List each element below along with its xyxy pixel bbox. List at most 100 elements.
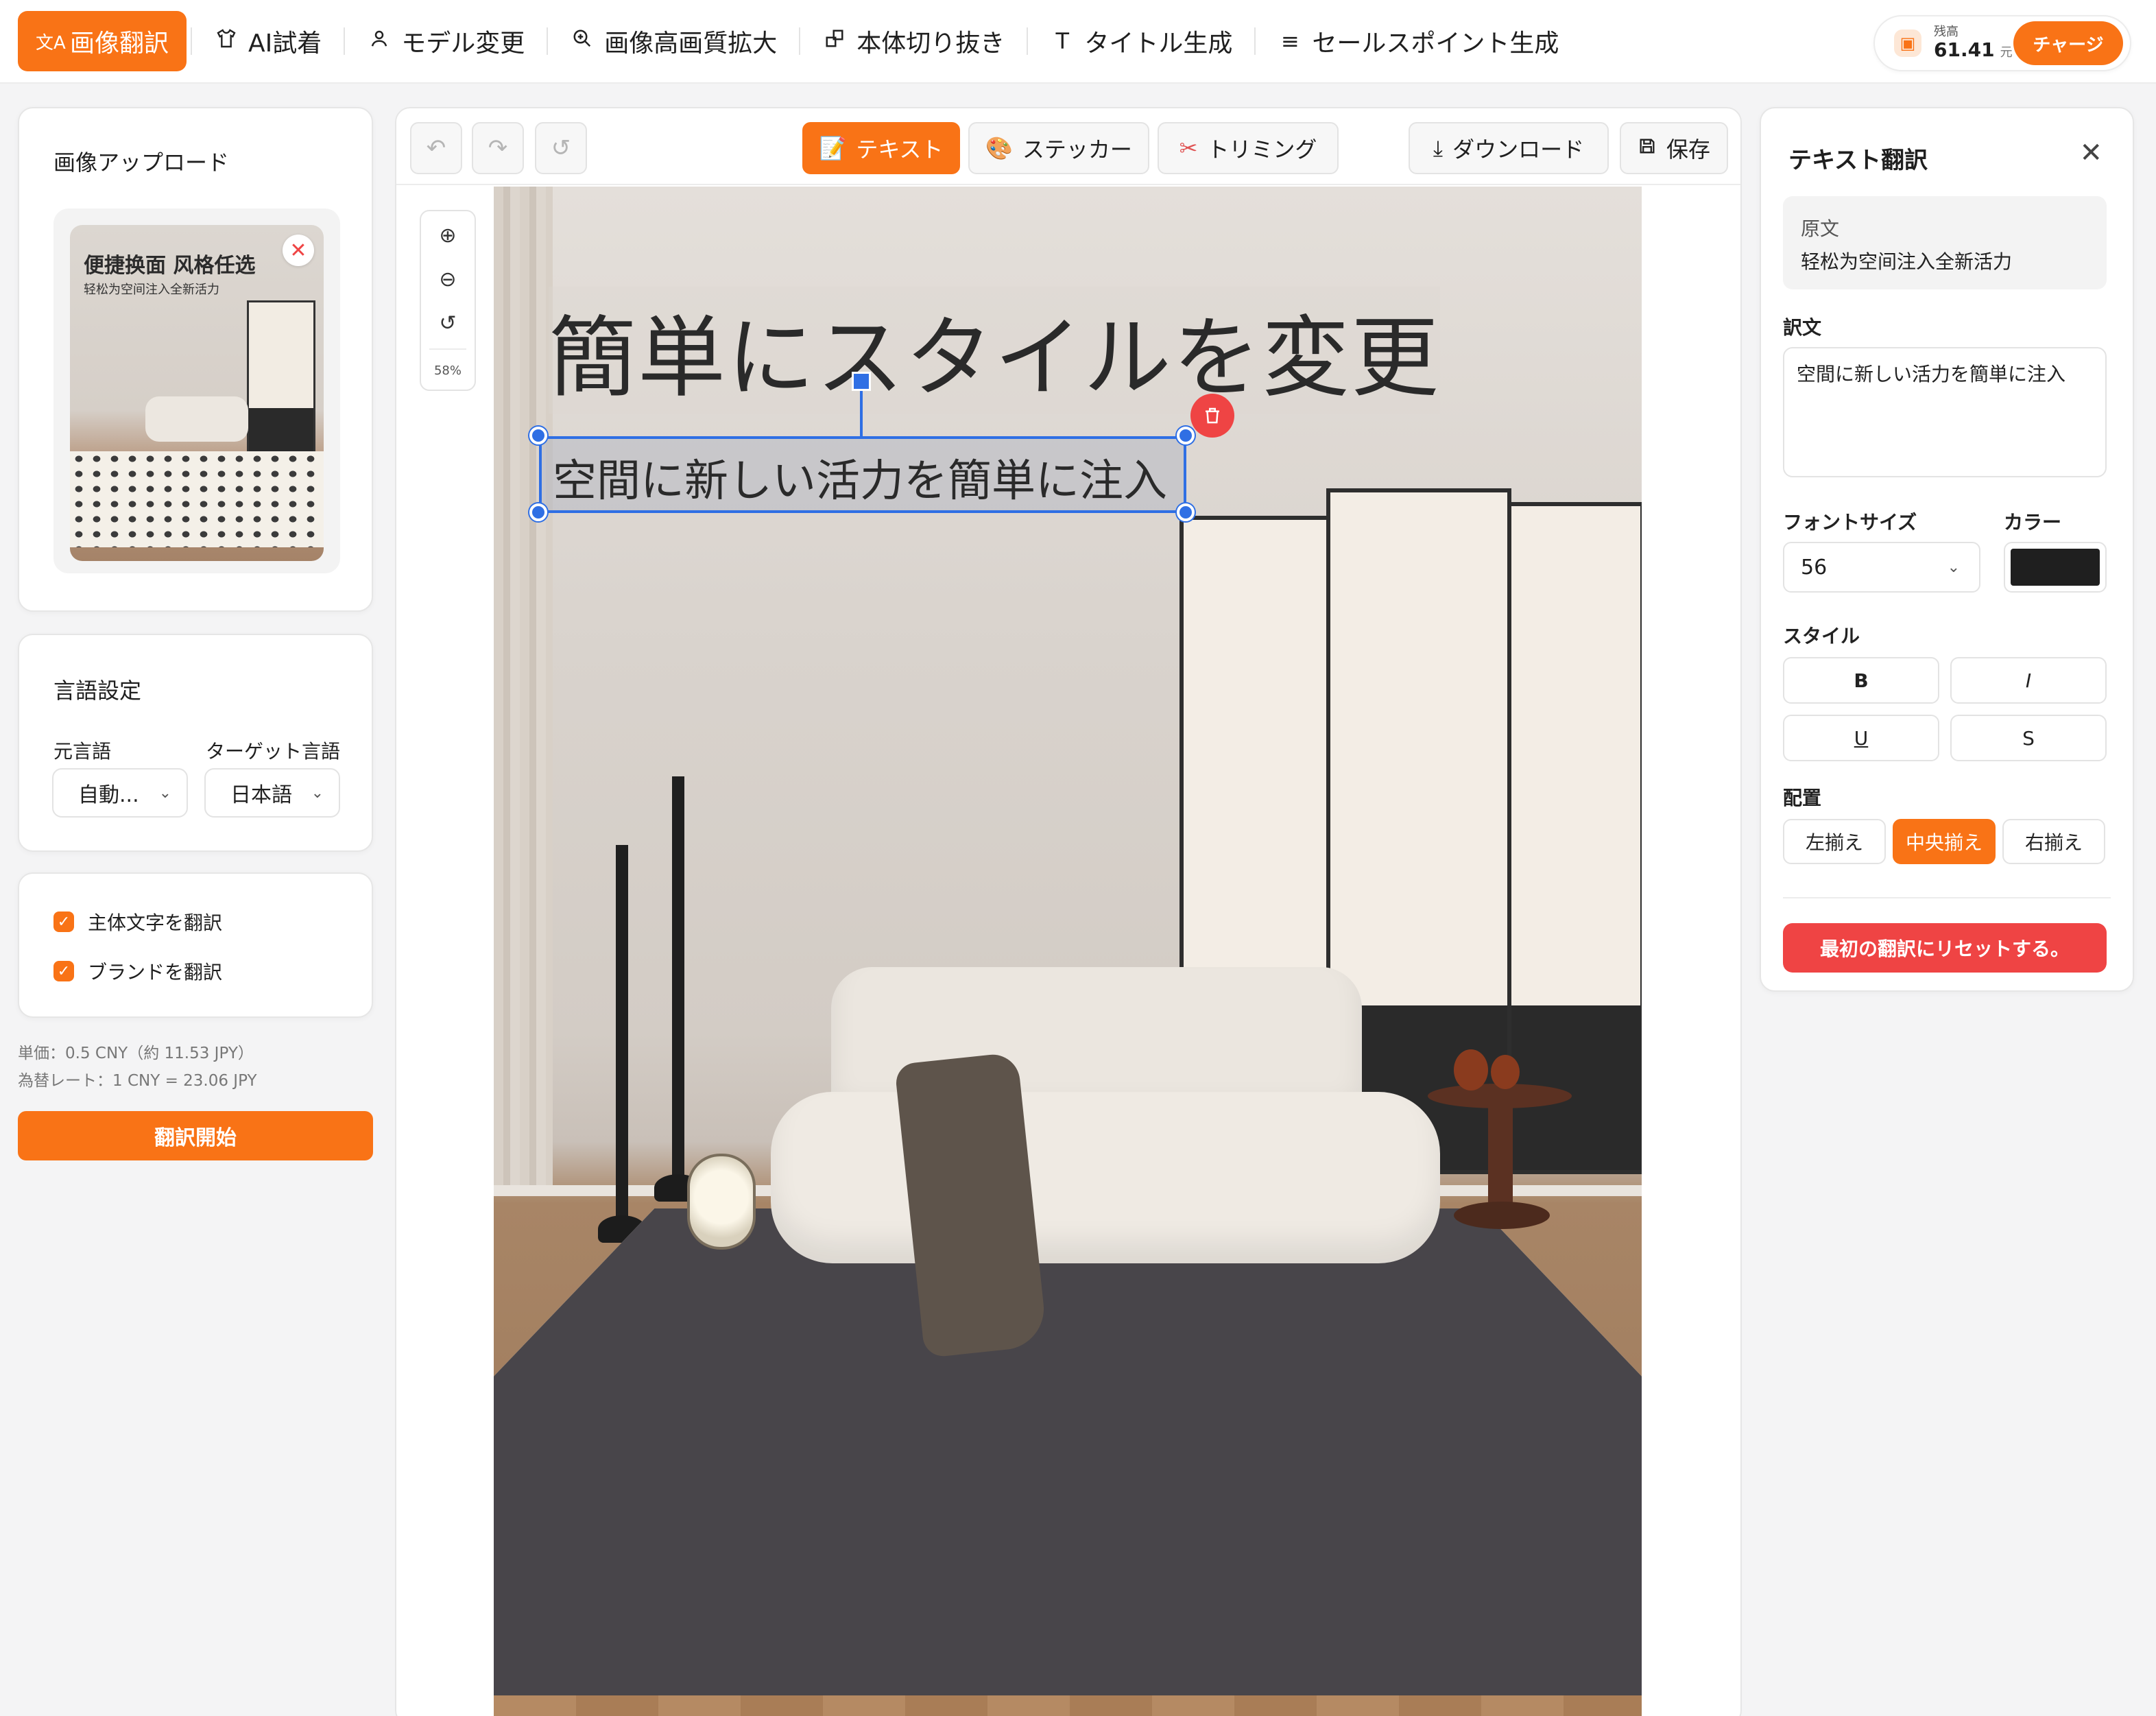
trim-tool-label: トリミング <box>1207 136 1317 163</box>
scissors-icon: ✂ <box>1179 135 1198 161</box>
text-tool-button[interactable]: 📝 テキスト <box>802 122 960 174</box>
reset-translation-button[interactable]: 最初の翻訳にリセットする。 <box>1783 923 2107 973</box>
nav-label: タイトル生成 <box>1084 29 1233 58</box>
delete-layer-icon[interactable] <box>1190 394 1234 438</box>
undo-icon[interactable]: ↶ <box>410 122 462 174</box>
underline-button[interactable]: U <box>1783 715 1939 761</box>
rug-pattern-graphic <box>494 1208 1642 1702</box>
headline-text-layer[interactable]: 簡単にスタイルを変更 <box>549 287 1441 414</box>
charge-button[interactable]: チャージ <box>2013 21 2123 65</box>
align-center-button[interactable]: 中央揃え <box>1893 819 1996 864</box>
source-language-value: 自動... <box>78 783 139 807</box>
download-button[interactable]: ⤓ ダウンロード <box>1409 122 1609 174</box>
panel-divider <box>1783 897 2111 898</box>
color-label: カラー <box>2004 511 2062 534</box>
sticker-tool-button[interactable]: 🎨 ステッカー <box>968 122 1149 174</box>
nav-ai-tryon[interactable]: AI試着 <box>196 11 339 71</box>
uploaded-image-thumbnail[interactable]: 便捷换面 风格任选 轻松为空间注入全新活力 ✕ <box>70 225 324 561</box>
nav-separator <box>799 27 801 55</box>
color-swatch <box>2011 549 2100 586</box>
panel-title: テキスト翻訳 <box>1788 147 1928 174</box>
nav-separator <box>344 27 346 55</box>
nav-upscale[interactable]: 画像高画質拡大 <box>552 11 795 71</box>
exchange-rate-text: 為替レート：1 CNY = 23.06 JPY <box>18 1072 257 1090</box>
thumb-screen-graphic <box>247 300 315 458</box>
font-size-select[interactable]: 56 ⌄ <box>1783 542 1980 593</box>
translate-options-card: ✓ 主体文字を翻訳 ✓ ブランドを翻訳 <box>18 872 373 1018</box>
color-picker[interactable] <box>2004 542 2107 593</box>
source-language-label: 元言語 <box>53 740 112 763</box>
balance-amount: 61.41 <box>1934 38 1995 62</box>
chevron-down-icon: ⌄ <box>1947 558 1960 576</box>
upload-card: 画像アップロード 便捷换面 风格任选 轻松为空间注入全新活力 ✕ <box>18 107 373 612</box>
nav-image-translate[interactable]: 文A 画像翻訳 <box>18 11 187 71</box>
zoom-in-icon[interactable]: ⊕ <box>421 224 475 248</box>
align-right-button[interactable]: 右揃え <box>2002 819 2105 864</box>
italic-button[interactable]: I <box>1950 657 2107 704</box>
balance-unit: 元 <box>2000 45 2013 60</box>
target-language-value: 日本語 <box>230 783 292 807</box>
thumb-subtitle: 轻松为空间注入全新活力 <box>84 283 219 297</box>
candle-stand-graphic <box>616 845 628 1229</box>
language-title: 言語設定 <box>53 678 142 704</box>
list-icon: ≡ <box>1280 28 1299 54</box>
nav-cutout[interactable]: 本体切り抜き <box>804 11 1022 71</box>
chevron-down-icon: ⌄ <box>311 784 324 802</box>
selected-text-layer[interactable]: 空間に新しい活力を簡単に注入 <box>539 436 1186 513</box>
rug-graphic <box>494 1208 1642 1702</box>
resize-handle-bottom-left[interactable] <box>529 503 547 521</box>
zoom-out-icon[interactable]: ⊖ <box>421 267 475 291</box>
resize-handle-top-left[interactable] <box>529 427 547 444</box>
zoom-divider <box>429 348 466 350</box>
cutout-icon <box>822 28 847 54</box>
source-language-select[interactable]: 自動... ⌄ <box>52 768 188 818</box>
floor-graphic <box>494 1695 1642 1716</box>
bold-button[interactable]: B <box>1783 657 1939 704</box>
font-size-label: フォントサイズ <box>1783 511 1917 534</box>
option-translate-main[interactable]: ✓ 主体文字を翻訳 <box>53 908 222 936</box>
candle-stand-graphic <box>672 776 684 1188</box>
close-icon[interactable]: ✕ <box>2079 137 2103 169</box>
option-translate-brand[interactable]: ✓ ブランドを翻訳 <box>53 957 222 985</box>
remove-image-icon[interactable]: ✕ <box>283 235 314 266</box>
resize-handle-bottom-right[interactable] <box>1177 503 1195 521</box>
side-table-base-graphic <box>1454 1202 1550 1229</box>
trim-tool-button[interactable]: ✂ トリミング <box>1158 122 1339 174</box>
nav-separator <box>191 27 193 55</box>
translation-textarea[interactable]: 空間に新しい活力を簡単に注入 <box>1783 347 2107 477</box>
nav-label: 本体切り抜き <box>857 29 1005 58</box>
balance-widget: ▣ 残高 61.41 元 チャージ <box>1873 15 2131 71</box>
sticker-tool-label: ステッカー <box>1022 136 1132 163</box>
save-button[interactable]: 保存 <box>1620 122 1728 174</box>
nav-selling-points[interactable]: ≡ セールスポイント生成 <box>1260 11 1577 71</box>
language-settings-card: 言語設定 元言語 ターゲット言語 自動... ⌄ 日本語 ⌄ <box>18 634 373 852</box>
nav-label: 画像高画質拡大 <box>604 29 778 58</box>
nav-model-change[interactable]: モデル変更 <box>349 11 542 71</box>
translate-icon: 文A <box>36 32 66 53</box>
resize-handle-top-right[interactable] <box>1177 427 1195 444</box>
rotate-handle[interactable] <box>852 372 871 391</box>
side-table-leg-graphic <box>1488 1099 1513 1215</box>
thumbnail-frame[interactable]: 便捷换面 风格任选 轻松为空间注入全新活力 ✕ <box>53 208 340 573</box>
thumb-rug-graphic <box>70 451 324 547</box>
zoom-reset-icon[interactable]: ↺ <box>421 311 475 335</box>
redo-icon[interactable]: ↷ <box>472 122 524 174</box>
unit-price-text: 単価：0.5 CNY（約 11.53 JPY） <box>18 1045 254 1062</box>
vase-graphic <box>1454 1049 1488 1091</box>
align-left-button[interactable]: 左揃え <box>1783 819 1886 864</box>
strikethrough-button[interactable]: S <box>1950 715 2107 761</box>
target-language-select[interactable]: 日本語 ⌄ <box>204 768 340 818</box>
start-translation-button[interactable]: 翻訳開始 <box>18 1111 373 1160</box>
checkbox-checked-icon[interactable]: ✓ <box>53 961 74 981</box>
reset-icon[interactable]: ↺ <box>535 122 587 174</box>
curtain-graphic <box>494 187 553 1188</box>
image-canvas[interactable]: 簡単にスタイルを変更 空間に新しい活力を簡単に注入 <box>494 187 1642 1716</box>
nav-separator <box>547 27 549 55</box>
nav-title-gen[interactable]: T タイトル生成 <box>1032 11 1250 71</box>
zoom-level: 58% <box>433 364 462 378</box>
nav-label: AI試着 <box>248 29 322 58</box>
zoom-enhance-icon <box>570 28 595 54</box>
checkbox-checked-icon[interactable]: ✓ <box>53 911 74 932</box>
text-t-icon: T <box>1055 28 1070 54</box>
lantern-graphic <box>687 1154 756 1250</box>
